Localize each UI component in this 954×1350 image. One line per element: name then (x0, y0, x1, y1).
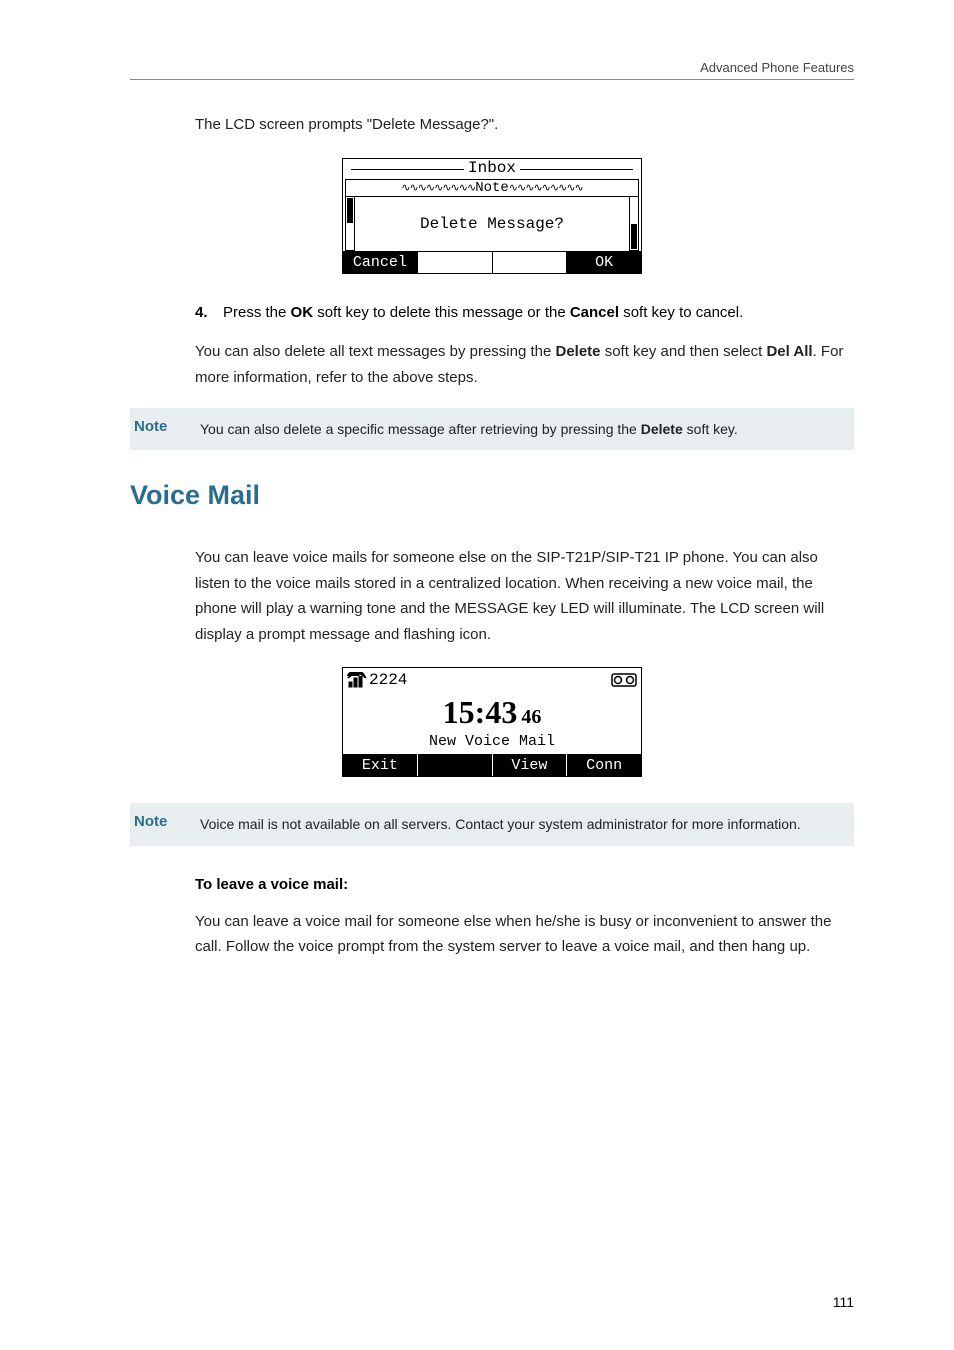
new-voicemail-text: New Voice Mail (343, 733, 641, 754)
signal-icon (347, 672, 367, 688)
leave-voicemail-heading: To leave a voice mail: (195, 876, 854, 893)
softkey-view[interactable]: View (493, 754, 568, 776)
lcd-inbox-dialog: Inbox ∿∿∿∿∿∿∿∿∿ Note ∿∿∿∿∿∿∿∿∿ Delete Me… (342, 158, 642, 274)
delete-prompt: Delete Message? (355, 197, 629, 251)
step-4: 4. Press the OK soft key to delete this … (195, 300, 854, 326)
note-label: Note (475, 180, 509, 196)
leave-voicemail-para: You can leave a voice mail for someone e… (195, 909, 854, 960)
softkey-ok[interactable]: OK (567, 252, 641, 273)
note-label-2: Note (130, 813, 200, 830)
lcd-title: Inbox (464, 159, 520, 177)
softkey-cancel[interactable]: Cancel (343, 252, 418, 273)
note-label: Note (130, 418, 200, 435)
page-header: Advanced Phone Features (130, 60, 854, 80)
voicemail-icon (611, 673, 637, 687)
scrollbar-left (345, 197, 355, 251)
lcd-voicemail: 2224 15:4346 New Voice Mail Exit View Co… (342, 667, 642, 777)
scrollbar-right (629, 197, 639, 251)
softkey-blank-1 (418, 252, 493, 273)
page-number: 111 (833, 1294, 854, 1310)
voicemail-para: You can leave voice mails for someone el… (195, 545, 854, 647)
extension-number: 2224 (369, 671, 407, 689)
wave-right: ∿∿∿∿∿∿∿∿∿ (509, 181, 583, 195)
intro-text: The LCD screen prompts "Delete Message?"… (195, 112, 854, 138)
softkey-conn[interactable]: Conn (567, 754, 641, 776)
softkey-blank (418, 754, 493, 776)
clock-time: 15:4346 (343, 690, 641, 733)
voice-mail-heading: Voice Mail (130, 480, 854, 511)
softkey-blank-2 (493, 252, 568, 273)
note-delete: Note You can also delete a specific mess… (130, 408, 854, 450)
softkey-exit[interactable]: Exit (343, 754, 418, 776)
wave-left: ∿∿∿∿∿∿∿∿∿ (401, 181, 475, 195)
note-voicemail: Note Voice mail is not available on all … (130, 803, 854, 845)
para-del-all: You can also delete all text messages by… (195, 339, 854, 390)
